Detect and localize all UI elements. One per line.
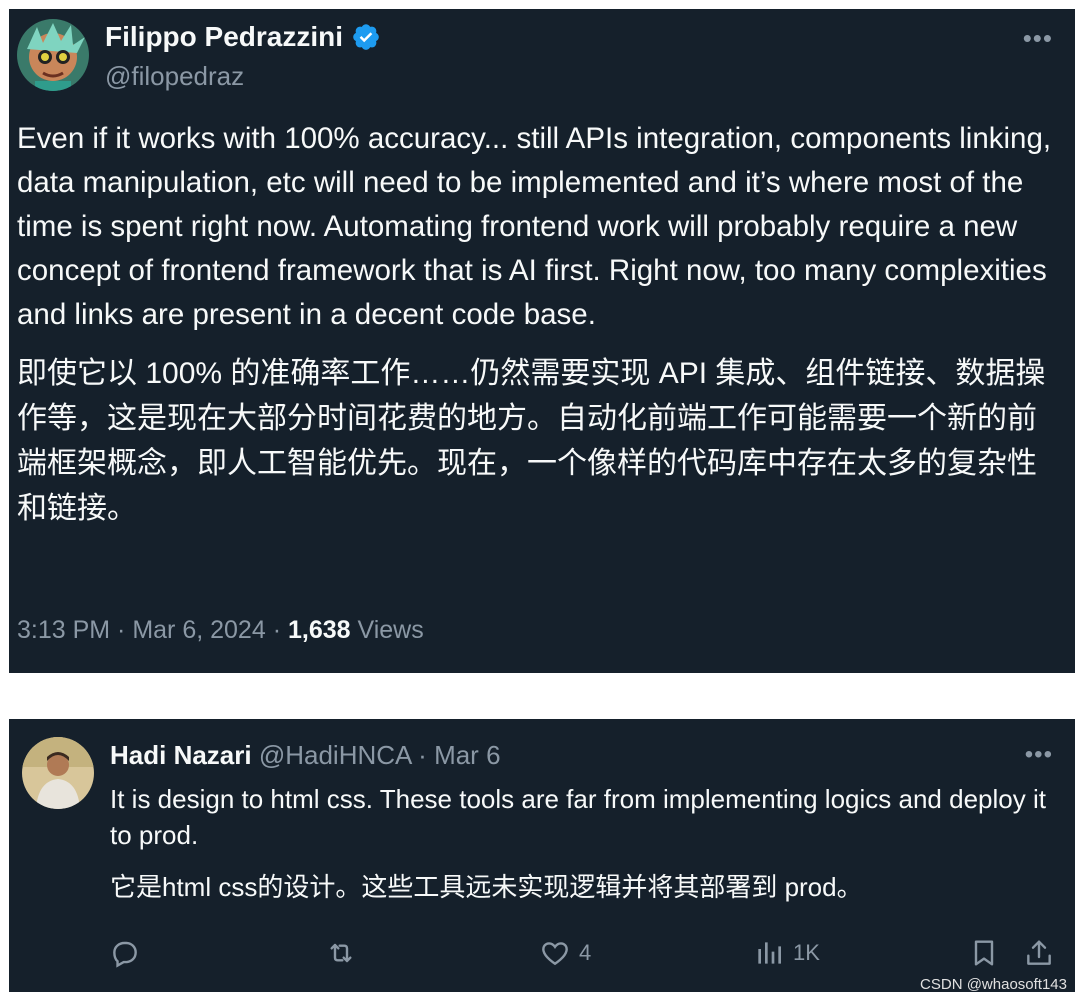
- reply-button[interactable]: [109, 937, 149, 969]
- action-bar: 4 1K: [9, 937, 1075, 981]
- reply-header: Hadi Nazari @HadiHNCA · Mar 6: [110, 740, 501, 771]
- retweet-button[interactable]: [325, 937, 365, 969]
- author-handle[interactable]: @HadiHNCA: [259, 740, 411, 770]
- more-icon[interactable]: •••: [1025, 741, 1053, 769]
- tweet-time[interactable]: 3:13 PM: [17, 616, 110, 644]
- heart-icon: [542, 942, 568, 966]
- separator: ·: [410, 740, 435, 770]
- reply-text-chinese: 它是html css的设计。这些工具远未实现逻辑并将其部署到 prod。: [110, 872, 863, 902]
- author-name[interactable]: Hadi Nazari: [110, 740, 252, 770]
- separator: ·: [110, 616, 133, 644]
- tweet-card: Filippo Pedrazzini @filopedraz ••• Even …: [9, 9, 1075, 673]
- verified-badge-icon: [351, 22, 381, 52]
- author-name-row[interactable]: Filippo Pedrazzini: [105, 21, 381, 53]
- watermark: CSDN @whaosoft143: [920, 976, 1067, 993]
- share-icon: [1027, 940, 1051, 965]
- author-handle[interactable]: @filopedraz: [105, 61, 244, 92]
- reply-card: Hadi Nazari @HadiHNCA · Mar 6 ••• It is …: [9, 719, 1075, 993]
- avatar[interactable]: [22, 737, 94, 809]
- views-label: Views: [357, 616, 424, 644]
- author-name[interactable]: Filippo Pedrazzini: [105, 21, 343, 53]
- reply-text-english: It is design to html css. These tools ar…: [110, 784, 1046, 850]
- tweet-text-chinese: 即使它以 100% 的准确率工作……仍然需要实现 API 集成、组件链接、数据操…: [17, 357, 1046, 525]
- avatar[interactable]: [17, 19, 89, 91]
- bar-chart-icon: [758, 942, 781, 964]
- tweet-text-english: Even if it works with 100% accuracy... s…: [17, 122, 1052, 331]
- like-button[interactable]: 4: [539, 937, 591, 969]
- tweet-date[interactable]: Mar 6, 2024: [132, 616, 265, 644]
- share-button[interactable]: [1023, 937, 1055, 969]
- views-button[interactable]: 1K: [753, 937, 820, 969]
- views-count: 1K: [793, 940, 820, 965]
- tweet-text: Even if it works with 100% accuracy... s…: [17, 117, 1062, 531]
- more-icon[interactable]: •••: [1023, 23, 1053, 54]
- reply-text: It is design to html css. These tools ar…: [110, 781, 1050, 905]
- bookmark-icon: [974, 940, 994, 966]
- reply-icon: [113, 941, 137, 968]
- reply-date[interactable]: Mar 6: [434, 740, 500, 770]
- retweet-icon: [330, 943, 352, 963]
- separator: ·: [265, 616, 288, 644]
- views-count: 1,638: [287, 616, 351, 644]
- bookmark-button[interactable]: [968, 937, 1000, 969]
- tweet-meta: 3:13 PM · Mar 6, 2024 · 1,638 Views: [17, 616, 424, 645]
- like-count: 4: [579, 940, 592, 965]
